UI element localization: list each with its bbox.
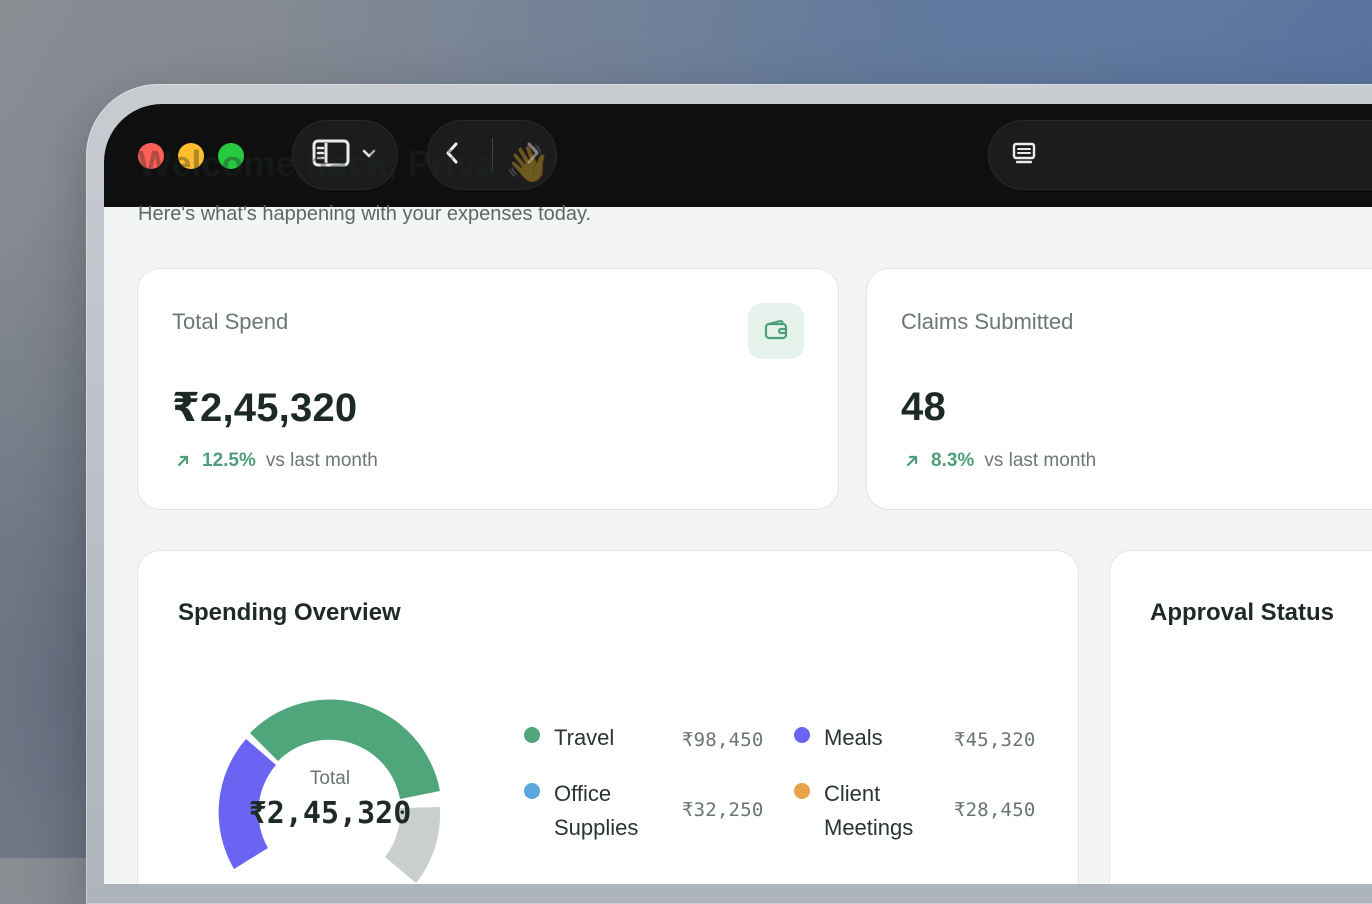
trend-up-icon xyxy=(174,452,192,470)
claims-submitted-value: 48 xyxy=(901,385,946,429)
legend-name: Office Supplies xyxy=(554,781,639,840)
claims-submitted-card: Claims Submitted 48 8.3% vs last month xyxy=(867,269,1372,509)
legend-swatch xyxy=(524,783,540,799)
spending-legend: Travel ₹98,450 Meals ₹45,320 Office Supp… xyxy=(524,721,1044,861)
browser-window: Welcome back, Priya 👋 Here's what's happ… xyxy=(104,104,1372,884)
approval-status-title: Approval Status xyxy=(1150,599,1335,626)
legend-item-travel: Travel xyxy=(524,721,614,755)
legend-swatch xyxy=(794,727,810,743)
claims-submitted-delta-text: vs last month xyxy=(984,450,1097,471)
legend-swatch xyxy=(524,727,540,743)
trend-up-icon xyxy=(903,452,921,470)
spending-overview-title: Spending Overview xyxy=(178,599,401,626)
total-spend-label: Total Spend xyxy=(172,309,289,334)
legend-amount-meals: ₹45,320 xyxy=(954,729,1036,751)
wallet-badge xyxy=(748,303,804,359)
total-spend-delta: 12.5% vs last month xyxy=(174,450,378,472)
legend-item-office-supplies: Office Supplies xyxy=(524,777,638,845)
page-greeting: Welcome back, Priya 👋 xyxy=(138,143,551,184)
dashboard-content: Welcome back, Priya 👋 Here's what's happ… xyxy=(104,143,1372,884)
total-spend-delta-text: vs last month xyxy=(265,450,378,471)
claims-submitted-delta-percent: 8.3% xyxy=(931,450,975,471)
page-subtitle: Here's what's happening with your expens… xyxy=(138,203,592,225)
total-spend-card: Total Spend ₹2,45,320 12.5% vs last mont… xyxy=(138,269,838,509)
spending-donut-chart: Total ₹2,45,320 xyxy=(192,673,468,884)
legend-swatch xyxy=(794,783,810,799)
legend-name: Client Meetings xyxy=(824,781,914,840)
legend-amount-client-meetings: ₹28,450 xyxy=(954,799,1036,821)
claims-submitted-delta: 8.3% vs last month xyxy=(903,450,1096,472)
legend-amount-office-supplies: ₹32,250 xyxy=(682,799,764,821)
legend-name: Meals xyxy=(824,725,883,750)
approval-status-card: Approval Status xyxy=(1110,551,1372,884)
legend-amount-travel: ₹98,450 xyxy=(682,729,764,751)
total-spend-value: ₹2,45,320 xyxy=(172,386,358,430)
wallet-icon xyxy=(762,315,790,348)
address-bar[interactable] xyxy=(988,120,1372,190)
claims-submitted-label: Claims Submitted xyxy=(901,309,1074,334)
legend-item-client-meetings: Client Meetings xyxy=(794,777,913,845)
donut-svg xyxy=(218,699,441,883)
legend-item-meals: Meals xyxy=(794,721,883,755)
page-icon xyxy=(1010,139,1038,172)
spending-overview-card: Spending Overview Total ₹2,45,320 Travel… xyxy=(138,551,1078,884)
total-spend-delta-percent: 12.5% xyxy=(202,450,256,471)
legend-name: Travel xyxy=(554,725,615,750)
